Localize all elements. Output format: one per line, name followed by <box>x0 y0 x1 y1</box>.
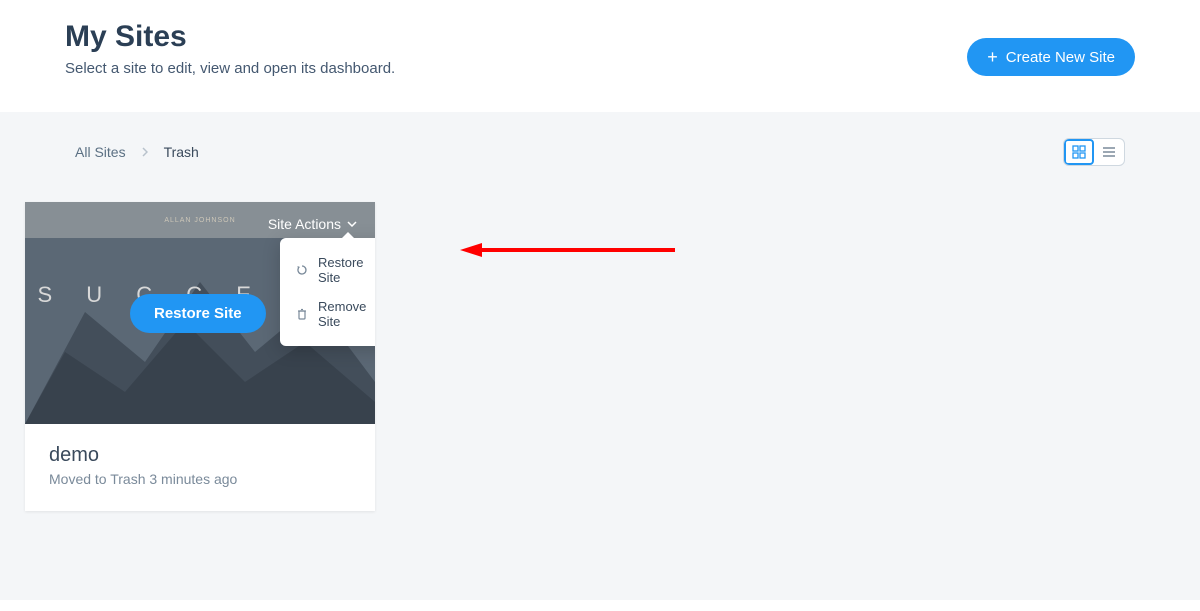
site-name: demo <box>49 444 351 467</box>
dropdown-item-label: Restore Site <box>318 255 375 285</box>
view-toggle <box>1063 138 1125 166</box>
create-new-site-button[interactable]: + Create New Site <box>967 38 1135 76</box>
card-area: ALLAN JOHNSON S U C C E S S Site Actions… <box>25 172 1175 511</box>
site-card[interactable]: ALLAN JOHNSON S U C C E S S Site Actions… <box>25 202 375 511</box>
grid-icon <box>1072 145 1086 159</box>
site-actions-trigger[interactable]: Site Actions <box>268 216 357 232</box>
main-area: All Sites Trash <box>0 112 1200 600</box>
controls-row: All Sites Trash <box>25 132 1175 172</box>
restore-site-button[interactable]: Restore Site <box>130 294 266 333</box>
dropdown-item-label: Remove Site <box>318 299 375 329</box>
page-title: My Sites <box>65 20 395 54</box>
site-thumbnail: ALLAN JOHNSON S U C C E S S Site Actions… <box>25 202 375 424</box>
site-actions-dropdown: Restore Site Remove Site <box>280 238 375 346</box>
chevron-right-icon <box>142 144 148 160</box>
create-new-site-label: Create New Site <box>1006 49 1115 66</box>
site-status: Moved to Trash 3 minutes ago <box>49 471 351 487</box>
title-block: My Sites Select a site to edit, view and… <box>65 20 395 77</box>
breadcrumb-current: Trash <box>164 144 199 160</box>
dropdown-remove-site[interactable]: Remove Site <box>280 292 375 336</box>
trash-icon <box>296 308 308 320</box>
list-icon <box>1102 145 1116 159</box>
page-subtitle: Select a site to edit, view and open its… <box>65 60 395 77</box>
site-actions-label: Site Actions <box>268 216 341 232</box>
plus-icon: + <box>987 48 998 66</box>
breadcrumb-root[interactable]: All Sites <box>75 144 126 160</box>
chevron-down-icon <box>347 219 357 230</box>
list-view-button[interactable] <box>1094 139 1124 165</box>
grid-view-button[interactable] <box>1064 139 1094 165</box>
breadcrumb: All Sites Trash <box>75 144 199 160</box>
dropdown-restore-site[interactable]: Restore Site <box>280 248 375 292</box>
page-header: My Sites Select a site to edit, view and… <box>0 0 1200 112</box>
restore-icon <box>296 264 308 276</box>
card-footer: demo Moved to Trash 3 minutes ago <box>25 424 375 511</box>
